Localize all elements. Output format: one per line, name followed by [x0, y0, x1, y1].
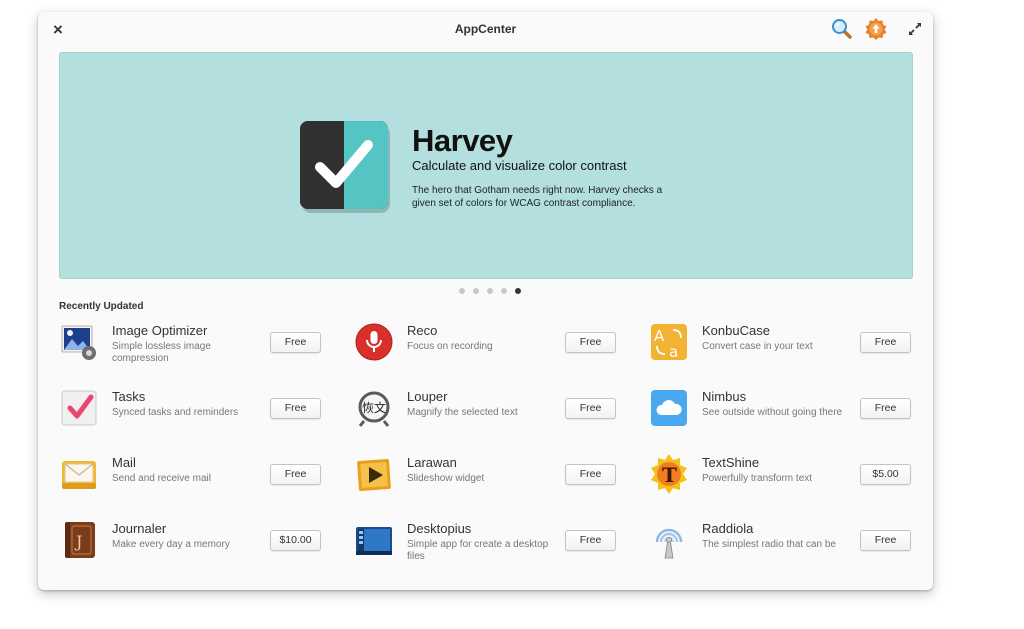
app-summary: The simplest radio that can be — [702, 539, 836, 550]
get-app-button[interactable]: Free — [565, 398, 616, 419]
search-button[interactable] — [830, 17, 854, 41]
get-app-button[interactable]: Free — [860, 398, 911, 419]
featured-banner[interactable]: Harvey Calculate and visualize color con… — [59, 52, 913, 279]
journal-icon: J — [65, 522, 95, 558]
updates-badge-icon — [865, 18, 887, 40]
banner-app-description: The hero that Gotham needs right now. Ha… — [412, 185, 663, 209]
banner-app-summary: Calculate and visualize color contrast — [412, 158, 627, 173]
checkmark-icon — [61, 390, 97, 426]
search-icon — [832, 19, 852, 39]
app-tile-raddiola[interactable]: Raddiola The simplest radio that can be … — [649, 514, 919, 570]
app-tile-mail[interactable]: Mail Send and receive mail Free — [59, 448, 329, 504]
app-summary: Make every day a memory — [112, 539, 230, 550]
app-summary: Magnify the selected text — [407, 407, 518, 418]
app-name: Image Optimizer — [112, 323, 208, 338]
app-tile-textshine[interactable]: T TextShine Powerfully transform text $5… — [649, 448, 919, 504]
app-summary: Send and receive mail — [112, 473, 211, 484]
appcenter-window: × AppCenter Harvey Calculate and visuali… — [38, 12, 933, 590]
buy-app-button[interactable]: $5.00 — [860, 464, 911, 485]
header-bar: × AppCenter — [38, 12, 933, 48]
app-tile-tasks[interactable]: Tasks Synced tasks and reminders Free — [59, 382, 329, 438]
svg-text:T: T — [662, 463, 677, 487]
banner-page-dot[interactable] — [501, 288, 507, 294]
cloud-icon — [651, 390, 687, 426]
get-app-button[interactable]: Free — [270, 398, 321, 419]
app-summary: Slideshow widget — [407, 473, 485, 484]
get-app-button[interactable]: Free — [860, 530, 911, 551]
app-summary: Convert case in your text — [702, 341, 813, 352]
banner-page-dot-active[interactable] — [515, 288, 521, 294]
app-summary: Simple lossless image compression — [112, 341, 211, 364]
maximize-button[interactable] — [906, 20, 924, 38]
app-summary: Focus on recording — [407, 341, 493, 352]
app-tile-louper[interactable]: 恢文 Louper Magnify the selected text Free — [354, 382, 624, 438]
svg-text:J: J — [74, 532, 82, 551]
app-summary: Synced tasks and reminders — [112, 407, 239, 418]
app-name: KonbuCase — [702, 323, 770, 338]
get-app-button[interactable]: Free — [565, 464, 616, 485]
banner-page-dot[interactable] — [487, 288, 493, 294]
maximize-icon — [909, 23, 921, 35]
recently-updated-heading: Recently Updated — [59, 301, 144, 312]
radio-icon — [655, 528, 683, 559]
updates-button[interactable] — [864, 17, 888, 41]
textshine-icon: T — [651, 454, 687, 494]
banner-page-dot[interactable] — [473, 288, 479, 294]
app-name: Larawan — [407, 455, 457, 470]
app-tile-reco[interactable]: Reco Focus on recording Free — [354, 316, 624, 372]
app-name: Journaler — [112, 521, 167, 536]
app-name: Tasks — [112, 389, 146, 404]
app-name: Desktopius — [407, 521, 472, 536]
app-tile-journaler[interactable]: J Journaler Make every day a memory $10.… — [59, 514, 329, 570]
text-case-icon: A a — [651, 324, 687, 361]
svg-text:A: A — [654, 327, 665, 345]
app-name: Nimbus — [702, 389, 747, 404]
get-app-button[interactable]: Free — [565, 530, 616, 551]
app-summary: See outside without going there — [702, 407, 843, 418]
app-name: Raddiola — [702, 521, 754, 536]
mail-icon — [62, 461, 96, 489]
app-name: Reco — [407, 323, 438, 338]
get-app-button[interactable]: Free — [270, 332, 321, 353]
magnifier-icon: 恢文 — [358, 391, 390, 427]
harvey-app-icon — [300, 121, 390, 213]
app-tile-larawan[interactable]: Larawan Slideshow widget Free — [354, 448, 624, 504]
microphone-icon — [355, 323, 393, 361]
desktop-file-icon — [356, 527, 392, 555]
app-summary: Simple app for create a desktop files — [407, 539, 549, 562]
app-name: Mail — [112, 455, 136, 470]
slideshow-icon — [357, 459, 391, 491]
app-summary: Powerfully transform text — [702, 473, 813, 484]
get-app-button[interactable]: Free — [270, 464, 321, 485]
app-tile-desktopius[interactable]: Desktopius Simple app for create a deskt… — [354, 514, 624, 570]
svg-text:恢文: 恢文 — [362, 400, 386, 415]
get-app-button[interactable]: Free — [860, 332, 911, 353]
image-optimizer-icon — [61, 325, 96, 360]
banner-app-name: Harvey — [412, 123, 513, 158]
app-tile-konbucase[interactable]: A a KonbuCase Convert case in your text … — [649, 316, 919, 372]
window-title: AppCenter — [454, 22, 517, 36]
app-tile-image-optimizer[interactable]: Image Optimizer Simple lossless image co… — [59, 316, 329, 372]
app-name: TextShine — [702, 455, 760, 470]
app-name: Louper — [407, 389, 448, 404]
banner-page-dot[interactable] — [459, 288, 465, 294]
svg-text:a: a — [669, 343, 678, 361]
get-app-button[interactable]: Free — [565, 332, 616, 353]
app-tile-nimbus[interactable]: Nimbus See outside without going there F… — [649, 382, 919, 438]
buy-app-button[interactable]: $10.00 — [270, 530, 321, 551]
